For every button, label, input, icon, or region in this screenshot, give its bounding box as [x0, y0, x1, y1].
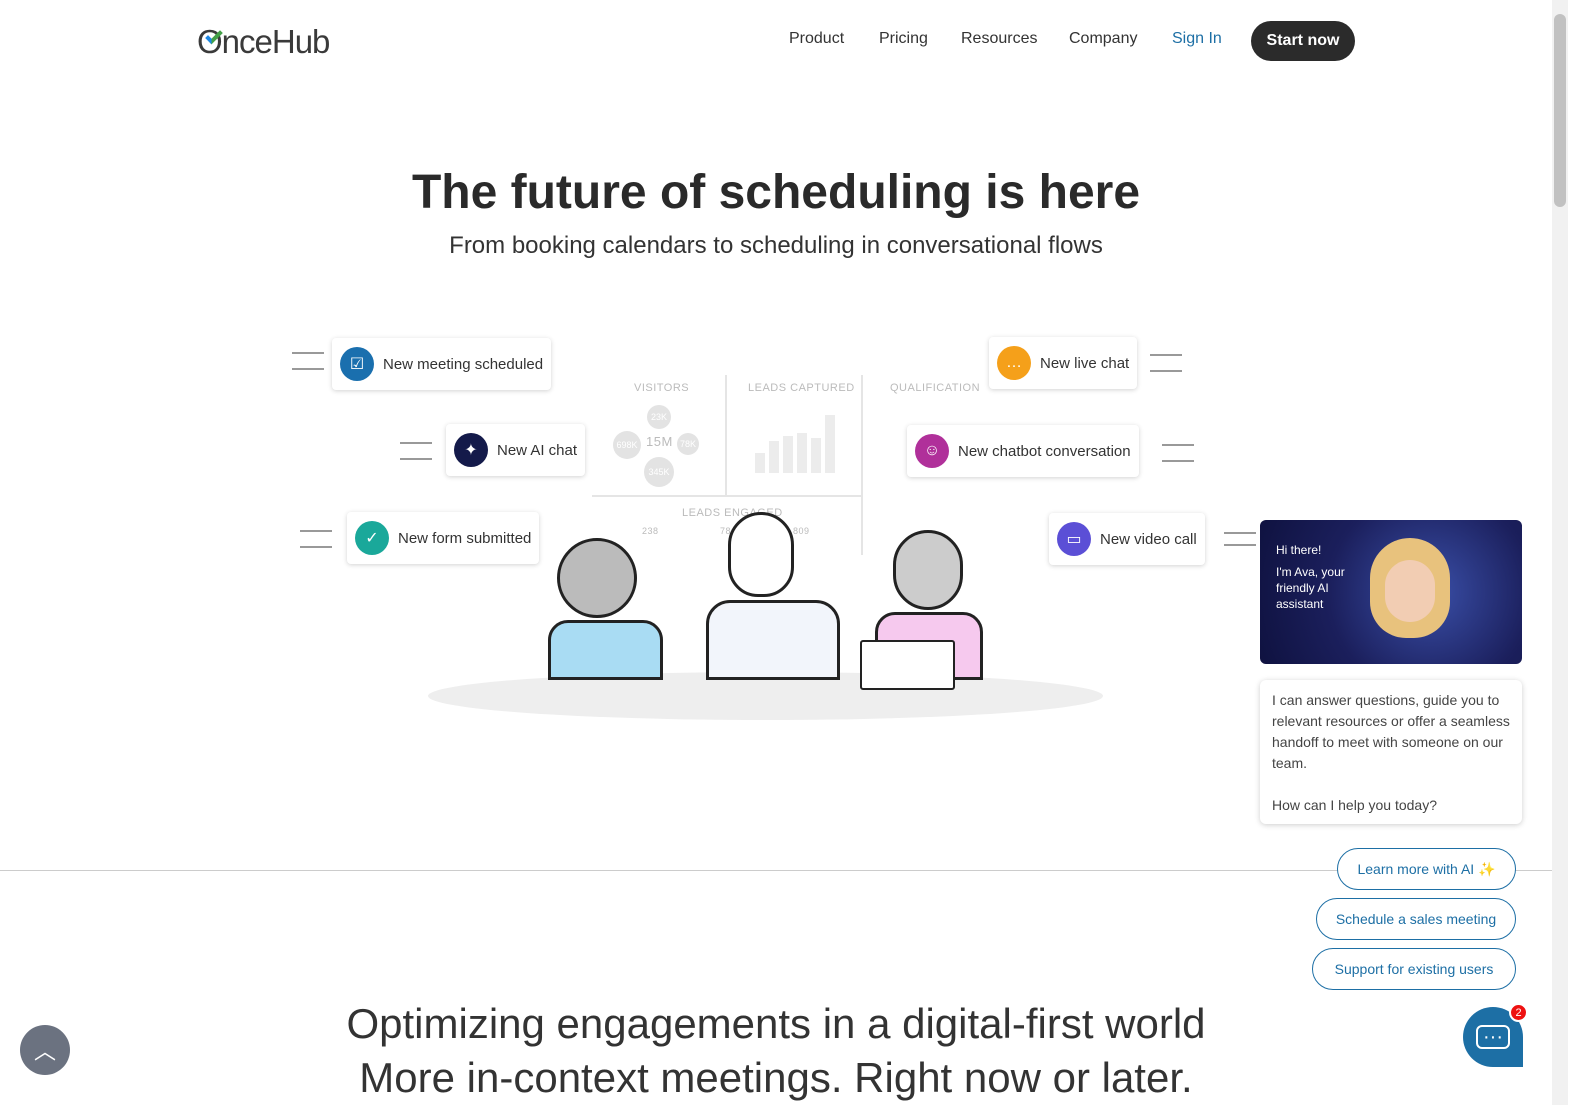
agent-illustration	[893, 530, 963, 610]
message-text: I can answer questions, guide you to rel…	[1272, 692, 1510, 771]
chart-bar	[783, 436, 793, 473]
sign-in-link[interactable]: Sign In	[1172, 30, 1222, 48]
support-existing-users-button[interactable]: Support for existing users	[1312, 948, 1516, 990]
laptop-illustration	[860, 640, 955, 690]
ava-intro-text: Hi there! I'm Ava, your friendly AI assis…	[1276, 542, 1356, 612]
motion-lines	[1224, 532, 1256, 546]
ava-avatar	[1370, 538, 1450, 638]
section-heading: Optimizing engagements in a digital-firs…	[346, 1000, 1206, 1047]
nav-pricing[interactable]: Pricing	[879, 30, 928, 48]
section-divider	[0, 870, 1552, 871]
woman-body	[548, 620, 663, 680]
calendar-check-icon: ☑	[340, 347, 374, 381]
hero-subtitle: From booking calendars to scheduling in …	[449, 232, 1103, 259]
chart-bar	[755, 453, 765, 473]
visitor-bubble: 345K	[644, 457, 674, 487]
motion-lines	[400, 442, 432, 460]
visitors-total: 15M	[646, 434, 673, 449]
man-illustration	[728, 512, 794, 597]
visitor-bubble: 698K	[613, 431, 641, 459]
notification-live-chat: … New live chat	[989, 337, 1138, 389]
nav-company[interactable]: Company	[1069, 30, 1137, 48]
assistant-message: I can answer questions, guide you to rel…	[1260, 680, 1522, 824]
notification-label: New meeting scheduled	[383, 355, 544, 373]
motion-lines	[300, 530, 332, 548]
schedule-sales-meeting-button[interactable]: Schedule a sales meeting	[1316, 898, 1516, 940]
intro: I'm Ava, your friendly AI assistant	[1276, 565, 1345, 611]
qualification-label: QUALIFICATION	[890, 382, 981, 394]
notification-ai-chat: ✦ New AI chat	[446, 424, 586, 476]
motion-lines	[1150, 354, 1182, 372]
visitor-bubble: 23K	[647, 405, 671, 429]
nav-resources[interactable]: Resources	[961, 30, 1037, 48]
motion-lines	[1162, 444, 1194, 462]
oncehub-logo[interactable]: OnceHub	[197, 22, 330, 62]
motion-lines	[292, 352, 324, 370]
scroll-to-top-button[interactable]: ︿	[20, 1025, 70, 1075]
section-subheading: More in-context meetings. Right now or l…	[359, 1054, 1193, 1101]
notification-form-submitted: ✓ New form submitted	[347, 512, 540, 564]
video-camera-icon: ▭	[1057, 522, 1091, 556]
unread-badge: 2	[1509, 1003, 1528, 1022]
divider	[592, 495, 862, 497]
chat-icon: ···	[1476, 1025, 1510, 1049]
notification-label: New video call	[1100, 530, 1197, 548]
hero-title: The future of scheduling is here	[411, 166, 1141, 219]
chart-bar	[769, 441, 779, 473]
chart-bar	[825, 415, 835, 473]
notification-video-call: ▭ New video call	[1049, 513, 1205, 565]
divider	[725, 375, 727, 495]
greeting: Hi there!	[1276, 543, 1322, 557]
man-body	[706, 600, 840, 680]
form-check-icon: ✓	[355, 521, 389, 555]
notification-label: New form submitted	[398, 529, 532, 547]
notification-label: New AI chat	[497, 441, 578, 459]
chevron-up-icon: ︿	[33, 1039, 56, 1064]
chat-bubble-icon: …	[997, 346, 1031, 380]
question-text: How can I help you today?	[1272, 797, 1437, 813]
notification-label: New chatbot conversation	[958, 442, 1131, 460]
visitor-bubble: 78K	[677, 433, 699, 455]
ai-assistant-card: Hi there! I'm Ava, your friendly AI assis…	[1260, 520, 1522, 664]
nav-product[interactable]: Product	[789, 30, 844, 48]
chart-bar	[811, 438, 821, 473]
leads-captured-label: LEADS CAPTURED	[748, 382, 855, 394]
scrollbar-thumb[interactable]	[1554, 14, 1566, 207]
learn-more-ai-button[interactable]: Learn more with AI ✨	[1337, 848, 1516, 890]
visitors-label: VISITORS	[634, 382, 690, 394]
engaged-value: 809	[793, 526, 810, 536]
engaged-value: 238	[642, 526, 659, 536]
chart-bar	[797, 433, 807, 473]
robot-icon: ☺	[915, 434, 949, 468]
notification-label: New live chat	[1040, 354, 1130, 372]
sparkle-icon: ✦	[454, 433, 488, 467]
woman-illustration	[557, 538, 637, 618]
divider	[861, 375, 863, 555]
notification-chatbot: ☺ New chatbot conversation	[907, 425, 1139, 477]
start-now-button[interactable]: Start now	[1251, 21, 1355, 61]
notification-new-meeting: ☑ New meeting scheduled	[332, 338, 552, 390]
